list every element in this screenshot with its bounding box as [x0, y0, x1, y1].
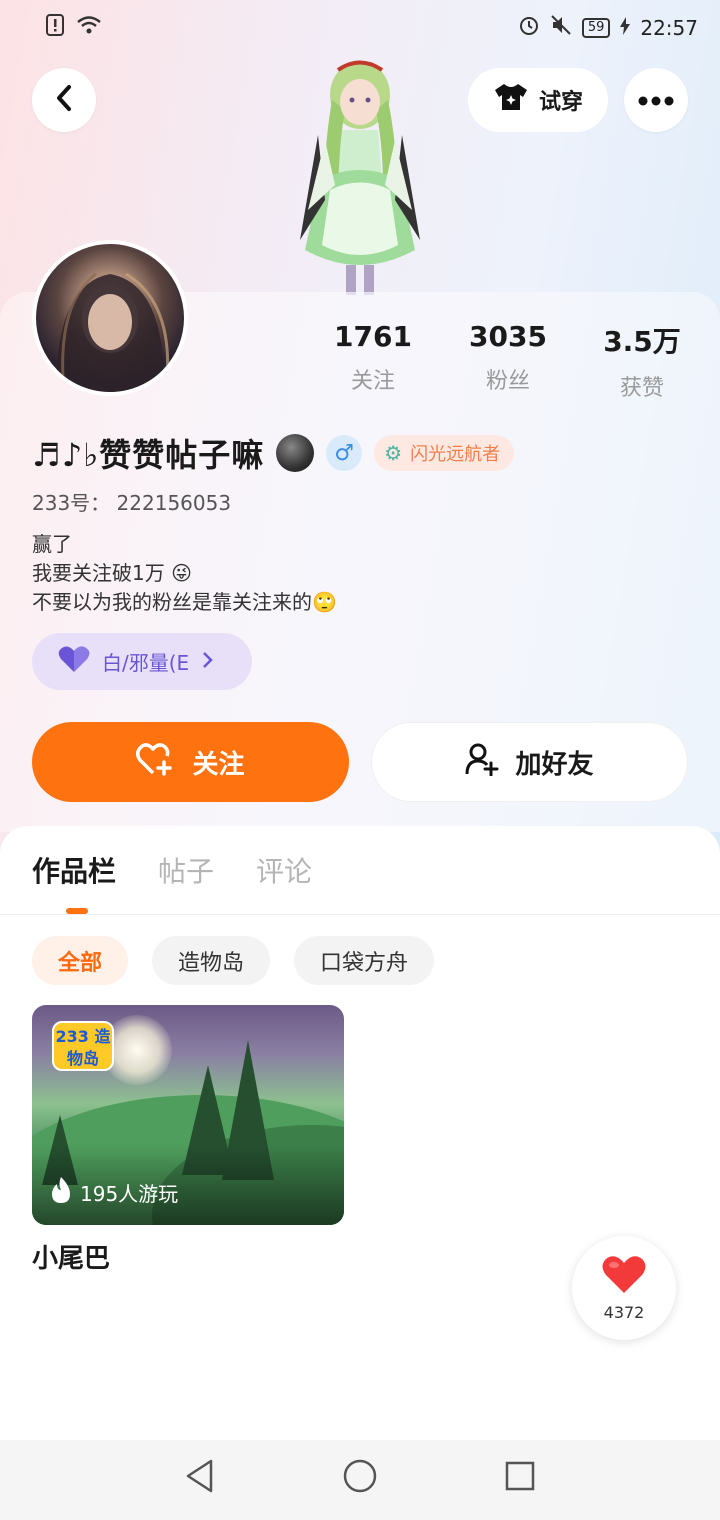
alarm-icon	[518, 14, 540, 41]
avatar-3d-figure[interactable]	[290, 50, 430, 295]
followers-label: 粉丝	[485, 369, 530, 394]
play-count-label: 195人游玩	[80, 1182, 179, 1206]
heart-plus-icon	[136, 742, 174, 783]
chip-creation-island[interactable]: 造物岛	[152, 936, 271, 985]
tabs-divider	[0, 914, 720, 915]
name-row: ♬♪♭赞赞帖子嘛 ♂ ⚙ 闪光远航者	[32, 430, 515, 476]
creation-island-logo: 233 造物岛	[52, 1021, 114, 1071]
bio-line: 我要关注破1万 😜	[32, 561, 192, 585]
dark-face-emoji-icon	[276, 434, 315, 472]
following-count: 1761	[334, 320, 412, 353]
nav-recent-icon	[505, 1461, 535, 1495]
relationship-label: 白/邪量(E	[102, 651, 190, 675]
chip-pocket-ark[interactable]: 口袋方舟	[294, 936, 435, 985]
add-friend-label: 加好友	[515, 749, 594, 780]
male-gender-icon: ♂	[326, 435, 363, 471]
like-count: 4372	[603, 1302, 645, 1322]
status-bar: 59 22:57	[0, 0, 720, 56]
battery-indicator: 59	[581, 17, 611, 38]
chip-all[interactable]: 全部	[32, 936, 129, 985]
wifi-icon	[76, 15, 102, 39]
stat-following[interactable]: 1761 关注	[308, 320, 438, 395]
stat-likes[interactable]: 3.5万 获赞	[577, 320, 707, 402]
heart-icon	[601, 1255, 647, 1299]
back-button[interactable]	[32, 68, 96, 132]
follow-button[interactable]: 关注	[32, 722, 349, 802]
profile-tabs: 作品栏 帖子 评论	[32, 850, 312, 890]
username: ♬♪♭赞赞帖子嘛	[32, 436, 265, 474]
floating-like-button[interactable]: 4372	[572, 1236, 676, 1340]
mute-icon	[550, 14, 572, 41]
person-add-icon	[465, 742, 499, 783]
nav-home-button[interactable]	[340, 1458, 380, 1498]
chevron-right-icon	[201, 650, 213, 674]
bio-line: 赢了	[32, 532, 72, 556]
user-id-label: 233号：	[32, 491, 111, 515]
following-label: 关注	[350, 369, 395, 394]
tab-works[interactable]: 作品栏	[32, 850, 116, 890]
relationship-pill[interactable]: 白/邪量(E	[32, 633, 252, 690]
robot-badge-icon: ⚙	[384, 441, 403, 465]
user-id-row: 233号： 222156053	[32, 487, 231, 516]
try-on-button[interactable]: 试穿	[468, 68, 608, 132]
avatar[interactable]	[32, 240, 188, 396]
likes-label: 获赞	[619, 376, 664, 401]
title-badge-label: 闪光远航者	[410, 444, 501, 465]
alert-icon	[46, 14, 66, 40]
likes-count: 3.5万	[603, 325, 681, 358]
more-options-button[interactable]	[624, 68, 688, 132]
try-on-label: 试穿	[538, 90, 583, 115]
nav-home-icon	[343, 1459, 377, 1497]
status-time: 22:57	[640, 15, 698, 40]
user-id-value: 222156053	[116, 491, 232, 515]
heart-icon	[58, 645, 90, 678]
title-badge[interactable]: ⚙ 闪光远航者	[374, 435, 515, 471]
system-nav-bar	[0, 1440, 720, 1520]
work-card[interactable]: 233 造物岛 195人游玩	[32, 1005, 344, 1225]
more-dots-icon	[638, 91, 674, 110]
follow-label: 关注	[192, 749, 245, 780]
play-count: 195人游玩	[50, 1176, 178, 1209]
tab-posts[interactable]: 帖子	[158, 850, 214, 890]
filter-chips: 全部 造物岛 口袋方舟	[32, 936, 435, 985]
back-arrow-icon	[54, 84, 74, 116]
nav-back-button[interactable]	[180, 1458, 220, 1498]
charging-icon	[620, 16, 631, 40]
add-friend-button[interactable]: 加好友	[371, 722, 688, 802]
tshirt-icon	[493, 82, 529, 118]
followers-count: 3035	[469, 320, 547, 353]
stat-followers[interactable]: 3035 粉丝	[443, 320, 573, 395]
tab-comments[interactable]: 评论	[256, 850, 312, 890]
work-title[interactable]: 小尾巴	[32, 1238, 110, 1275]
bio: 赢了 我要关注破1万 😜 不要以为我的粉丝是靠关注来的🙄	[32, 530, 337, 617]
nav-back-icon	[185, 1459, 215, 1497]
nav-recent-button[interactable]	[500, 1458, 540, 1498]
flame-icon	[50, 1176, 72, 1209]
bio-line: 不要以为我的粉丝是靠关注来的🙄	[32, 590, 337, 614]
